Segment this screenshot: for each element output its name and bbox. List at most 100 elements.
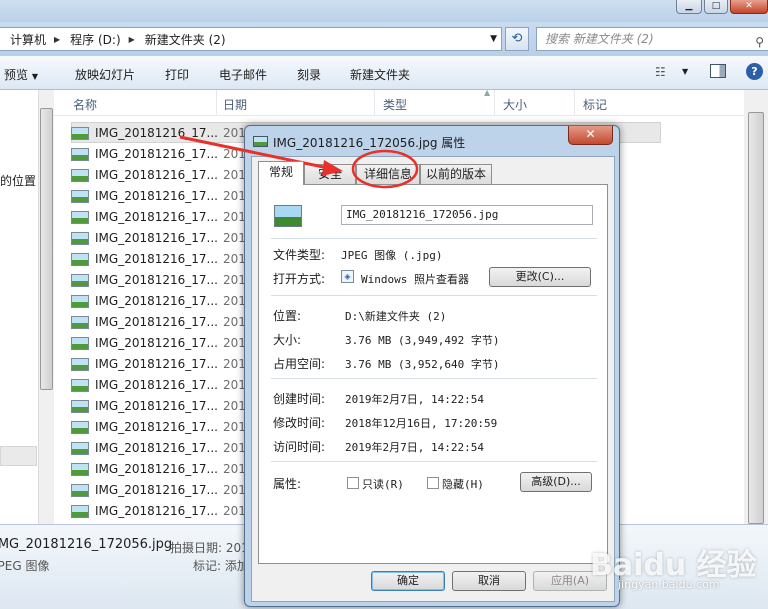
file-list-item[interactable]: IMG_20181216_17... 201 (71, 480, 271, 501)
details-tags[interactable]: 标记: 添加 (193, 557, 249, 574)
open-with-value: Windows 照片查看器 (361, 273, 469, 286)
readonly-label[interactable]: 只读(R) (362, 476, 404, 492)
preview-pane-icon[interactable] (710, 64, 726, 78)
help-icon[interactable]: ? (746, 63, 763, 80)
attributes-label: 属性: (273, 477, 302, 491)
cancel-button[interactable]: 取消 (452, 571, 526, 591)
column-header-size[interactable]: 大小 (503, 96, 527, 113)
preview-button[interactable]: 预览 ▼ (4, 66, 38, 83)
command-toolbar: 预览 ▼ 放映幻灯片 打印 电子邮件 刻录 新建文件夹 ☷ ▼ ? (0, 56, 768, 90)
file-list-item[interactable]: IMG_20181216_17... 201 (71, 459, 271, 480)
file-list-item[interactable]: IMG_20181216_17... 201 (71, 375, 271, 396)
slideshow-button[interactable]: 放映幻灯片 (75, 66, 135, 83)
column-header-type[interactable]: 类型 (383, 96, 407, 113)
nav-item-label[interactable]: 的位置 (0, 172, 36, 189)
file-name: IMG_20181216_17... (95, 147, 218, 161)
divider (271, 461, 597, 462)
column-divider[interactable] (374, 90, 375, 116)
file-date: 201 (223, 504, 246, 518)
dialog-close-button[interactable]: ✕ (568, 126, 613, 145)
hidden-checkbox[interactable] (427, 477, 439, 489)
divider (271, 295, 597, 296)
nav-item-selected[interactable] (0, 446, 37, 466)
breadcrumb-folder[interactable]: 新建文件夹 (2) (145, 31, 226, 48)
image-file-icon (71, 421, 89, 434)
file-list-item[interactable]: IMG_20181216_17... 201 (71, 312, 271, 333)
file-name: IMG_20181216_17... (95, 336, 218, 350)
location-label: 位置: (273, 309, 302, 323)
chevron-down-icon[interactable]: ▼ (682, 67, 688, 76)
filename-field[interactable]: IMG_20181216_172056.jpg (341, 205, 593, 225)
file-list-item[interactable]: IMG_20181216_17... 201 (71, 501, 271, 522)
chevron-down-icon[interactable]: ▼ (490, 34, 497, 44)
tab-previous-versions[interactable]: 以前的版本 (420, 164, 492, 184)
image-file-icon (71, 232, 89, 245)
file-list-item[interactable]: IMG_20181216_17... 201 (71, 165, 271, 186)
advanced-button[interactable]: 高级(D)... (520, 472, 592, 492)
column-header-name[interactable]: 名称 (73, 96, 97, 113)
breadcrumb-drive-d[interactable]: 程序 (D:) (70, 31, 120, 48)
file-date: 201 (223, 462, 246, 476)
column-divider[interactable] (494, 90, 495, 116)
file-type-label: 文件类型: (273, 248, 326, 262)
dialog-body: 常规 安全 详细信息 以前的版本 IMG_20181216_172056.jpg… (251, 156, 615, 602)
file-name: IMG_20181216_17... (95, 189, 218, 203)
file-name: IMG_20181216_17... (95, 210, 218, 224)
image-file-icon (71, 463, 89, 476)
file-list-scrollbar[interactable] (744, 90, 768, 524)
search-icon[interactable]: ⚲ (755, 31, 764, 53)
column-divider[interactable] (216, 90, 217, 116)
ok-button[interactable]: 确定 (371, 571, 445, 591)
print-button[interactable]: 打印 (165, 66, 189, 83)
burn-button[interactable]: 刻录 (297, 66, 321, 83)
file-list-item[interactable]: IMG_20181216_17... 201 (71, 228, 271, 249)
nav-scroll-thumb[interactable] (40, 108, 53, 390)
photo-viewer-icon: ◈ (341, 270, 354, 283)
address-bar[interactable]: 计算机 ▶ 程序 (D:) ▶ 新建文件夹 (2) ▼ (0, 27, 502, 51)
file-list-item[interactable]: IMG_20181216_17... 201 (71, 123, 271, 144)
search-input[interactable]: 搜索 新建文件夹 (2) ⚲ (536, 27, 768, 51)
created-value: 2019年2月7日, 14:22:54 (345, 393, 484, 406)
column-header-date[interactable]: 日期 (223, 96, 247, 113)
disk-size-value: 3.76 MB (3,952,640 字节) (345, 358, 500, 371)
file-name: IMG_20181216_17... (95, 378, 218, 392)
file-list-item[interactable]: IMG_20181216_17... 201 (71, 291, 271, 312)
file-list-item[interactable]: IMG_20181216_17... 201 (71, 207, 271, 228)
file-list-item[interactable]: IMG_20181216_17... 201 (71, 417, 271, 438)
file-name: IMG_20181216_17... (95, 315, 218, 329)
tab-details[interactable]: 详细信息 (356, 164, 420, 184)
tab-general[interactable]: 常规 (258, 161, 304, 185)
file-list-item[interactable]: IMG_20181216_17... 201 (71, 249, 271, 270)
readonly-checkbox[interactable] (347, 477, 359, 489)
view-options-icon[interactable]: ☷ (655, 65, 666, 79)
breadcrumb-separator-icon[interactable]: ▶ (129, 35, 135, 44)
window-close-button[interactable]: ✕ (730, 0, 768, 14)
change-button[interactable]: 更改(C)... (489, 267, 591, 287)
file-date: 201 (223, 420, 246, 434)
file-list-item[interactable]: IMG_20181216_17... 201 (71, 270, 271, 291)
refresh-button[interactable]: ⟲ (505, 27, 529, 51)
breadcrumb-computer[interactable]: 计算机 (10, 31, 46, 48)
file-list-item[interactable]: IMG_20181216_17... 201 (71, 396, 271, 417)
divider (271, 238, 597, 239)
email-button[interactable]: 电子邮件 (219, 66, 267, 83)
breadcrumb-separator-icon[interactable]: ▶ (54, 35, 60, 44)
file-list-item[interactable]: IMG_20181216_17... 201 (71, 186, 271, 207)
column-header-tags[interactable]: 标记 (583, 96, 607, 113)
file-date: 201 (223, 210, 246, 224)
file-list-item[interactable]: IMG_20181216_17... 201 (71, 438, 271, 459)
column-divider[interactable] (574, 90, 575, 116)
nav-scrollbar[interactable] (38, 90, 54, 524)
file-name: IMG_20181216_17... (95, 168, 218, 182)
file-date: 201 (223, 336, 246, 350)
maximize-button[interactable]: □ (704, 0, 728, 14)
file-list-scroll-thumb[interactable] (748, 112, 764, 524)
file-list-item[interactable]: IMG_20181216_17... 201 (71, 333, 271, 354)
file-list-item[interactable]: IMG_20181216_17... 201 (71, 144, 271, 165)
hidden-label[interactable]: 隐藏(H) (442, 476, 484, 492)
tab-security[interactable]: 安全 (304, 164, 356, 184)
file-list-item[interactable]: IMG_20181216_17... 201 (71, 354, 271, 375)
new-folder-button[interactable]: 新建文件夹 (350, 66, 410, 83)
minimize-button[interactable]: ▁ (676, 0, 702, 14)
file-date: 201 (223, 231, 246, 245)
